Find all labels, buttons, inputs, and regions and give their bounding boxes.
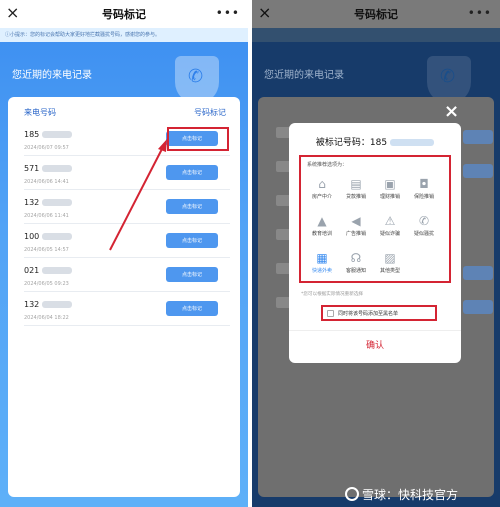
type-option[interactable]: ⌂ 房产中介 (305, 171, 339, 205)
graduation-cap-icon: ▲ (317, 213, 327, 228)
dimmed-button (463, 300, 493, 314)
more-icon[interactable]: ••• (468, 6, 492, 20)
hero-text: 您近期的来电记录 (264, 70, 344, 81)
dimmed-button (463, 164, 493, 178)
dimmed-button (463, 130, 493, 144)
type-option[interactable]: ◘ 保险推销 (407, 171, 441, 205)
blacklist-checkbox[interactable] (327, 309, 334, 317)
type-option[interactable]: ▤ 贷款推销 (339, 171, 373, 205)
title-bar: × 号码标记 ••• (252, 0, 500, 28)
dimmed-button (463, 266, 493, 280)
type-option[interactable]: ▣ 理财推销 (373, 171, 407, 205)
headset-icon: ☊ (350, 250, 362, 265)
masked-digits (390, 139, 435, 146)
card-icon: ▤ (350, 176, 362, 191)
type-grid: ⌂ 房产中介 ▤ 贷款推销 ▣ 理财推销 ◘ 保险推销 ▲ 教育培训 ◀ 广告推销 ⚠ 疑似诈… (305, 171, 447, 279)
arrow-annotation (109, 139, 167, 251)
hint-banner (252, 28, 500, 42)
briefcase-icon: ▣ (384, 176, 396, 191)
warning-icon: ⚠ (384, 213, 396, 228)
package-icon: ▦ (316, 250, 328, 265)
type-option[interactable]: ☊ 客服通知 (339, 245, 373, 279)
type-option[interactable]: ⚠ 疑似诈骗 (373, 208, 407, 242)
type-option[interactable]: ✆ 疑似骚扰 (407, 208, 441, 242)
blacklist-label: 同时将该号码添加至黑名单 (338, 310, 399, 317)
blacklist-option[interactable]: 同时将该号码添加至黑名单 (321, 305, 437, 321)
close-icon[interactable]: × (258, 4, 271, 22)
divider (289, 330, 461, 331)
confirm-button[interactable]: 确认 (289, 338, 461, 351)
snowball-logo-icon (345, 487, 359, 501)
phone-icon: ✆ (418, 213, 430, 228)
type-option-selected[interactable]: ▦ 快递外卖 (305, 245, 339, 279)
mark-dialog: 被标记号码：185 系统推荐选项为： ⌂ 房产中介 ▤ 贷款推销 ▣ 理财推销 ◘ 保险… (289, 123, 461, 363)
watermark: 雪球：快科技官方 (345, 486, 458, 503)
page-title: 号码标记 (354, 8, 398, 21)
megaphone-icon: ◀ (351, 213, 361, 228)
reselect-note: *您可以根据实际情况重新选择 (301, 292, 364, 297)
types-title: 系统推荐选项为： (307, 162, 348, 168)
type-option[interactable]: ▲ 教育培训 (305, 208, 339, 242)
type-option[interactable]: ◀ 广告推销 (339, 208, 373, 242)
right-screen: × 号码标记 ••• 您近期的来电记录 ✆ × 被标记号码：185 系统推荐选项… (252, 0, 500, 507)
other-icon: ▨ (384, 250, 396, 265)
dialog-title: 被标记号码：185 (289, 135, 461, 148)
dialog-close-icon[interactable]: × (444, 101, 459, 122)
left-screen: × 号码标记 ••• ⓘ小提示：您的标记会帮助大家更好地拦截骚扰号码，感谢您的参… (0, 0, 248, 507)
type-options-box: 系统推荐选项为： ⌂ 房产中介 ▤ 贷款推销 ▣ 理财推销 ◘ 保险推销 ▲ 教育培训 ◀… (299, 155, 451, 283)
house-icon: ⌂ (318, 176, 326, 191)
type-option[interactable]: ▨ 其他类型 (373, 245, 407, 279)
bag-icon: ◘ (419, 176, 429, 191)
